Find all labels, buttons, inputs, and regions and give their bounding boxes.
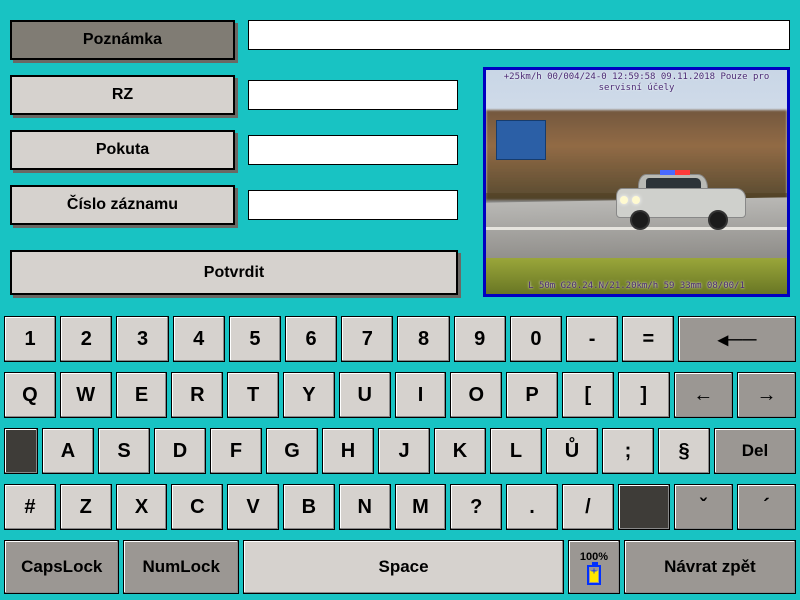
key-left[interactable]: ← bbox=[674, 372, 733, 418]
key-equals[interactable]: = bbox=[622, 316, 674, 362]
key-1[interactable]: 1 bbox=[4, 316, 56, 362]
fine-input[interactable] bbox=[248, 135, 458, 165]
key-3[interactable]: 3 bbox=[116, 316, 168, 362]
key-f[interactable]: F bbox=[210, 428, 262, 474]
key-space[interactable]: Space bbox=[243, 540, 564, 594]
photo-overlay-bottom: L 50m G20.24.N/21.20km/h 59 33mm 08/00/1 bbox=[486, 281, 787, 292]
key-w[interactable]: W bbox=[60, 372, 112, 418]
key-t[interactable]: T bbox=[227, 372, 279, 418]
key-slash[interactable]: / bbox=[562, 484, 614, 530]
note-input[interactable] bbox=[248, 20, 790, 50]
photo-overlay-top: +25km/h 00/004/24-0 12:59:58 09.11.2018 … bbox=[486, 72, 787, 94]
key-capslock[interactable]: CapsLock bbox=[4, 540, 119, 594]
key-k[interactable]: K bbox=[434, 428, 486, 474]
battery-icon: + bbox=[587, 565, 601, 585]
key-acute[interactable]: ´ bbox=[737, 484, 796, 530]
key-numlock[interactable]: NumLock bbox=[123, 540, 238, 594]
key-u-ring[interactable]: Ů bbox=[546, 428, 598, 474]
key-l[interactable]: L bbox=[490, 428, 542, 474]
key-d[interactable]: D bbox=[154, 428, 206, 474]
key-u[interactable]: U bbox=[339, 372, 391, 418]
key-caron[interactable]: ˇ bbox=[674, 484, 733, 530]
key-7[interactable]: 7 bbox=[341, 316, 393, 362]
key-9[interactable]: 9 bbox=[454, 316, 506, 362]
key-del[interactable]: Del bbox=[714, 428, 796, 474]
key-backspace[interactable]: ◂── bbox=[678, 316, 795, 362]
battery-indicator: 100% + bbox=[568, 540, 620, 594]
key-c[interactable]: C bbox=[171, 484, 223, 530]
plate-input[interactable] bbox=[248, 80, 458, 110]
capture-photo: +25km/h 00/004/24-0 12:59:58 09.11.2018 … bbox=[483, 67, 790, 297]
key-e[interactable]: E bbox=[116, 372, 168, 418]
key-blank-left[interactable] bbox=[4, 428, 38, 474]
on-screen-keyboard: 1 2 3 4 5 6 7 8 9 0 - = ◂── Q W E R T Y … bbox=[0, 310, 800, 600]
key-p[interactable]: P bbox=[506, 372, 558, 418]
key-q[interactable]: Q bbox=[4, 372, 56, 418]
record-number-input[interactable] bbox=[248, 190, 458, 220]
key-g[interactable]: G bbox=[266, 428, 318, 474]
key-o[interactable]: O bbox=[450, 372, 502, 418]
key-a[interactable]: A bbox=[42, 428, 94, 474]
key-return-back[interactable]: Návrat zpět bbox=[624, 540, 796, 594]
key-semicolon[interactable]: ; bbox=[602, 428, 654, 474]
key-b[interactable]: B bbox=[283, 484, 335, 530]
key-minus[interactable]: - bbox=[566, 316, 618, 362]
key-6[interactable]: 6 bbox=[285, 316, 337, 362]
record-number-button[interactable]: Číslo záznamu bbox=[10, 185, 235, 225]
key-h[interactable]: H bbox=[322, 428, 374, 474]
key-x[interactable]: X bbox=[116, 484, 168, 530]
key-8[interactable]: 8 bbox=[397, 316, 449, 362]
key-section[interactable]: § bbox=[658, 428, 710, 474]
key-right[interactable]: → bbox=[737, 372, 796, 418]
key-j[interactable]: J bbox=[378, 428, 430, 474]
key-n[interactable]: N bbox=[339, 484, 391, 530]
key-y[interactable]: Y bbox=[283, 372, 335, 418]
key-m[interactable]: M bbox=[395, 484, 447, 530]
key-5[interactable]: 5 bbox=[229, 316, 281, 362]
key-rbracket[interactable]: ] bbox=[618, 372, 670, 418]
key-s[interactable]: S bbox=[98, 428, 150, 474]
key-question[interactable]: ? bbox=[450, 484, 502, 530]
key-v[interactable]: V bbox=[227, 484, 279, 530]
key-period[interactable]: . bbox=[506, 484, 558, 530]
key-2[interactable]: 2 bbox=[60, 316, 112, 362]
key-4[interactable]: 4 bbox=[173, 316, 225, 362]
key-z[interactable]: Z bbox=[60, 484, 112, 530]
key-blank-right[interactable] bbox=[618, 484, 670, 530]
confirm-button[interactable]: Potvrdit bbox=[10, 250, 458, 295]
note-button[interactable]: Poznámka bbox=[10, 20, 235, 60]
plate-button[interactable]: RZ bbox=[10, 75, 235, 115]
key-lbracket[interactable]: [ bbox=[562, 372, 614, 418]
key-0[interactable]: 0 bbox=[510, 316, 562, 362]
key-hash[interactable]: # bbox=[4, 484, 56, 530]
key-i[interactable]: I bbox=[395, 372, 447, 418]
fine-button[interactable]: Pokuta bbox=[10, 130, 235, 170]
key-r[interactable]: R bbox=[171, 372, 223, 418]
